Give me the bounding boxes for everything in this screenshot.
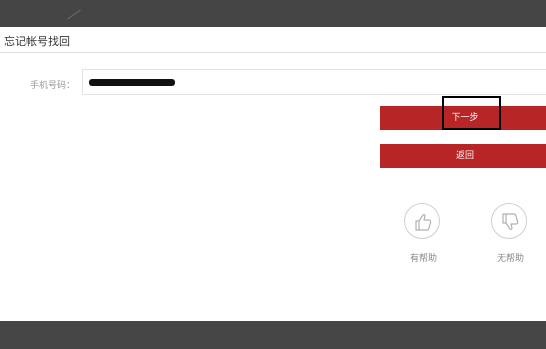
account-recovery-dialog: 忘记帐号找回 手机号码： 下一步 返回 有帮助 无帮助 [0,27,546,321]
redacted-phone-value [89,79,175,86]
highlight-box [442,96,501,130]
background-artifact [67,9,81,20]
phone-label: 手机号码： [30,81,76,91]
phone-input[interactable] [82,69,546,95]
bottom-backdrop [0,321,546,349]
helpful-label: 有帮助 [410,254,438,264]
helpful-button[interactable] [404,203,440,239]
thumbs-up-icon [415,213,432,231]
top-backdrop [0,0,546,27]
not-helpful-button[interactable] [491,203,527,239]
not-helpful-label: 无帮助 [497,254,525,264]
title-divider [0,52,546,53]
back-button[interactable]: 返回 [380,144,546,168]
thumbs-down-icon [502,213,519,231]
dialog-title: 忘记帐号找回 [4,35,70,48]
